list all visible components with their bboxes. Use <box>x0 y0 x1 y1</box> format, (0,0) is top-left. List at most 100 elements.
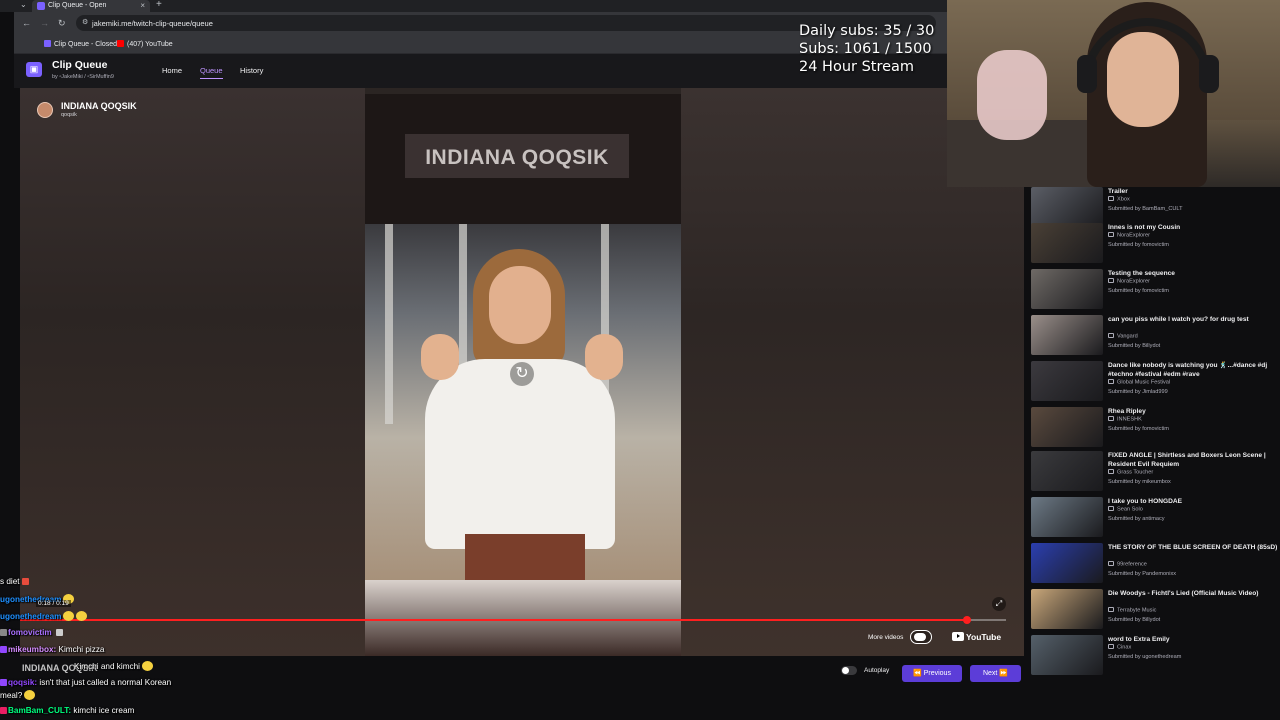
new-tab-plus-icon[interactable]: + <box>156 0 162 10</box>
queue-thumbnail[interactable] <box>1031 315 1103 355</box>
queue-item-submitter: Submitted by antimacy <box>1108 516 1165 522</box>
queue-thumbnail[interactable] <box>1031 407 1103 447</box>
progress-scrubber[interactable] <box>963 616 971 624</box>
chat-message: s diet <box>0 577 30 586</box>
next-button[interactable]: Next ⏩ <box>970 665 1021 682</box>
queue-item[interactable]: can you piss while I watch you? for drug… <box>1026 315 1280 359</box>
queue-item-title[interactable]: Testing the sequence <box>1108 269 1278 278</box>
queue-thumbnail[interactable] <box>1031 361 1103 401</box>
channel-avatar[interactable] <box>37 102 53 118</box>
queue-thumbnail[interactable] <box>1031 589 1103 629</box>
queue-item[interactable]: Testing the sequence NoraExplorer Submitte… <box>1026 269 1280 313</box>
bookmark-clip-queue[interactable]: Clip Queue - Closed <box>44 40 117 48</box>
queue-item-title[interactable]: THE STORY OF THE BLUE SCREEN OF DEATH (8… <box>1108 543 1278 552</box>
autoplay-toggle[interactable] <box>841 666 857 675</box>
chat-username[interactable]: ugonethedream <box>0 612 61 621</box>
clip-queue-logo-icon[interactable]: ▣ <box>26 62 42 77</box>
queue-thumbnail[interactable] <box>1031 451 1103 491</box>
queue-thumbnail[interactable] <box>1031 223 1103 263</box>
nav-home[interactable]: Home <box>162 66 182 75</box>
scene-pole <box>385 224 393 424</box>
headset-earcup <box>1199 55 1219 93</box>
queue-item[interactable]: FIXED ANGLE | Shirtless and Boxers Leon … <box>1026 451 1280 495</box>
chat-message: Kimchi and kimchi <box>74 661 153 671</box>
queue-item-title[interactable]: can you piss while I watch you? for drug… <box>1108 315 1278 324</box>
channel-icon <box>1108 469 1114 474</box>
forward-arrow-icon[interactable]: → <box>40 18 49 28</box>
replay-icon[interactable]: ↻ <box>510 362 534 386</box>
video-caption-text: INDIANA QOQSIK <box>425 146 609 169</box>
chat-message: BamBam_CULT: kimchi ice cream <box>0 706 134 715</box>
previous-button[interactable]: ⏪ Previous <box>902 665 962 682</box>
clip-channel-name[interactable]: INDIANA QOQSIK <box>61 101 137 111</box>
queue-item-submitter: Submitted by fomovictim <box>1108 288 1169 294</box>
chat-username[interactable]: mikeumbox: <box>8 645 56 654</box>
more-videos-toggle[interactable] <box>910 630 932 644</box>
channel-name: Sean Solo <box>1117 506 1143 513</box>
tab-list-chevron-icon[interactable]: ⌄ <box>20 0 27 9</box>
queue-item[interactable]: Innes is not my Cousin NoraExplorer Submit… <box>1026 223 1280 267</box>
queue-item[interactable]: Rhea Ripley INNESHK Submitted by fomovicti… <box>1026 407 1280 451</box>
rewind-icon: ⏪ <box>913 670 922 677</box>
video-player[interactable]: INDIANA QOQSIK qoqsik INDIANA QOQSIK ↻ ⤢… <box>20 88 1024 656</box>
tab-close-icon[interactable]: × <box>140 1 145 10</box>
channel-name: Xbox <box>1117 196 1130 203</box>
browser-tab-strip: ⌄ Clip Queue - Open × + <box>0 0 947 12</box>
queue-item-title[interactable]: word to Extra Emily <box>1108 635 1278 644</box>
badge-icon <box>0 646 7 653</box>
bookmark-youtube[interactable]: (407) YouTube <box>117 40 173 48</box>
badge-icon <box>0 707 7 714</box>
chat-username[interactable]: BamBam_CULT: <box>8 706 71 715</box>
chat-message: qoqsik: isn't that just called a normal … <box>0 678 171 687</box>
site-info-icon[interactable]: ⚙ <box>82 18 88 26</box>
reload-icon[interactable]: ↻ <box>58 18 66 29</box>
queue-item[interactable]: Dance like nobody is watching you 🕺...#d… <box>1026 361 1280 405</box>
app-byline: by ▫JakeMiki / ▫SirMuffin9 <box>52 74 114 80</box>
queue-item-channel: Terrabyte Music <box>1108 607 1156 614</box>
queue-thumbnail[interactable] <box>1031 543 1103 583</box>
queue-item[interactable]: I take you to HONGDAE Sean Solo Submitted … <box>1026 497 1280 541</box>
queue-thumbnail[interactable] <box>1031 269 1103 309</box>
queue-thumbnail[interactable] <box>1031 497 1103 537</box>
clip-channel-handle: qoqsik <box>61 112 77 118</box>
back-arrow-icon[interactable]: ← <box>22 18 31 28</box>
youtube-logo[interactable]: YouTube <box>952 632 1001 642</box>
queue-item-submitter: Submitted by Jimlad999 <box>1108 389 1168 395</box>
queue-thumbnail[interactable] <box>1031 187 1103 227</box>
queue-item-title[interactable]: I take you to HONGDAE <box>1108 497 1278 506</box>
chat-overlay: s diet ugonethedream 0:18 / 0:19 ugoneth… <box>0 575 260 720</box>
youtube-favicon-icon <box>117 40 124 47</box>
scene-person-shirt <box>425 359 615 549</box>
nav-history[interactable]: History <box>240 66 263 75</box>
queue-item[interactable]: Die Woodys - Fichtl's Lied (Official Mus… <box>1026 589 1280 633</box>
channel-name: Vangard <box>1117 333 1138 340</box>
queue-item-title[interactable]: Trailer <box>1108 187 1278 196</box>
queue-item-channel: 99reference <box>1108 561 1147 568</box>
chat-username[interactable]: fomovictim <box>8 628 52 637</box>
queue-item-title[interactable]: Rhea Ripley <box>1108 407 1278 416</box>
fullscreen-icon[interactable]: ⤢ <box>992 597 1006 611</box>
queue-item[interactable]: THE STORY OF THE BLUE SCREEN OF DEATH (8… <box>1026 543 1280 587</box>
queue-item-title[interactable]: FIXED ANGLE | Shirtless and Boxers Leon … <box>1108 451 1278 469</box>
chat-username[interactable]: qoqsik: <box>8 678 37 687</box>
author-link[interactable]: JakeMiki <box>61 74 82 80</box>
queue-item-title[interactable]: Dance like nobody is watching you 🕺...#d… <box>1108 361 1278 379</box>
more-videos-label: More videos <box>868 634 904 641</box>
queue-item-channel: Cinax <box>1108 644 1131 651</box>
channel-name: Grass Toucher <box>1117 469 1154 476</box>
scene-hand-right <box>585 334 623 380</box>
nav-queue[interactable]: Queue <box>200 66 223 79</box>
queue-item-title[interactable]: Die Woodys - Fichtl's Lied (Official Mus… <box>1108 589 1278 598</box>
tab-title: Clip Queue - Open <box>48 2 107 9</box>
channel-name: NoraExplorer <box>1117 232 1150 239</box>
queue-item[interactable]: word to Extra Emily Cinax Submitted by ugo… <box>1026 635 1280 679</box>
channel-icon <box>1108 232 1114 237</box>
channel-icon <box>1108 561 1114 566</box>
queue-thumbnail[interactable] <box>1031 635 1103 675</box>
queue-item-title[interactable]: Innes is not my Cousin <box>1108 223 1278 232</box>
browser-tab-active[interactable]: Clip Queue - Open × <box>32 0 150 12</box>
channel-icon <box>1108 416 1114 421</box>
author-link[interactable]: SirMuffin9 <box>89 74 114 80</box>
queue-item-submitter: Submitted by BamBam_CULT <box>1108 206 1183 212</box>
player-blur-left <box>20 88 365 656</box>
